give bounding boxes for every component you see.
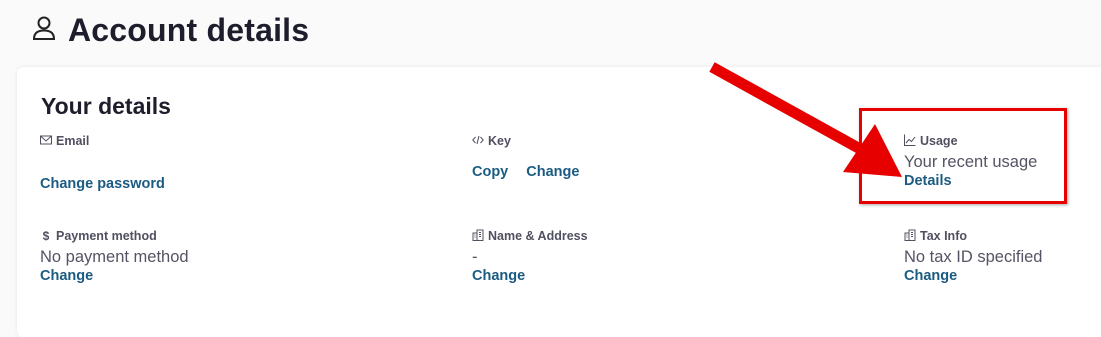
name-address-label: Name & Address <box>488 229 588 243</box>
payment-method-field: $ Payment method No payment method Chang… <box>40 228 189 285</box>
card-title: Your details <box>41 93 171 119</box>
name-address-value: - <box>472 248 478 266</box>
page-header: Account details <box>30 12 309 49</box>
email-field: Email Change password <box>40 133 165 193</box>
email-label: Email <box>56 134 90 148</box>
payment-method-label: Payment method <box>56 229 157 243</box>
dollar-icon: $ <box>42 229 50 243</box>
usage-field: Usage Your recent usage Details <box>904 133 1037 190</box>
change-key-link[interactable]: Change <box>526 164 579 180</box>
mail-icon <box>40 134 52 149</box>
key-field: Key Copy Change <box>472 133 579 180</box>
key-label: Key <box>488 134 511 148</box>
building-icon <box>904 229 916 244</box>
chart-icon <box>904 134 916 149</box>
change-name-address-link[interactable]: Change <box>472 268 525 284</box>
change-tax-info-link[interactable]: Change <box>904 268 957 284</box>
change-password-link[interactable]: Change password <box>40 176 165 192</box>
building-icon <box>472 229 484 244</box>
tax-info-field: Tax Info No tax ID specified Change <box>904 228 1042 285</box>
code-icon <box>472 134 484 149</box>
name-address-field: Name & Address - Change <box>472 228 588 285</box>
copy-key-link[interactable]: Copy <box>472 164 508 180</box>
payment-method-value: No payment method <box>40 248 189 266</box>
user-icon <box>30 14 58 47</box>
usage-label: Usage <box>920 134 958 148</box>
tax-info-value: No tax ID specified <box>904 248 1043 266</box>
page-title: Account details <box>68 12 310 48</box>
change-payment-link[interactable]: Change <box>40 268 93 284</box>
tax-info-label: Tax Info <box>920 229 967 243</box>
account-details-card: Your details Email Change password Key C… <box>17 67 1101 337</box>
usage-value: Your recent usage <box>904 153 1038 171</box>
usage-details-link[interactable]: Details <box>904 173 952 189</box>
